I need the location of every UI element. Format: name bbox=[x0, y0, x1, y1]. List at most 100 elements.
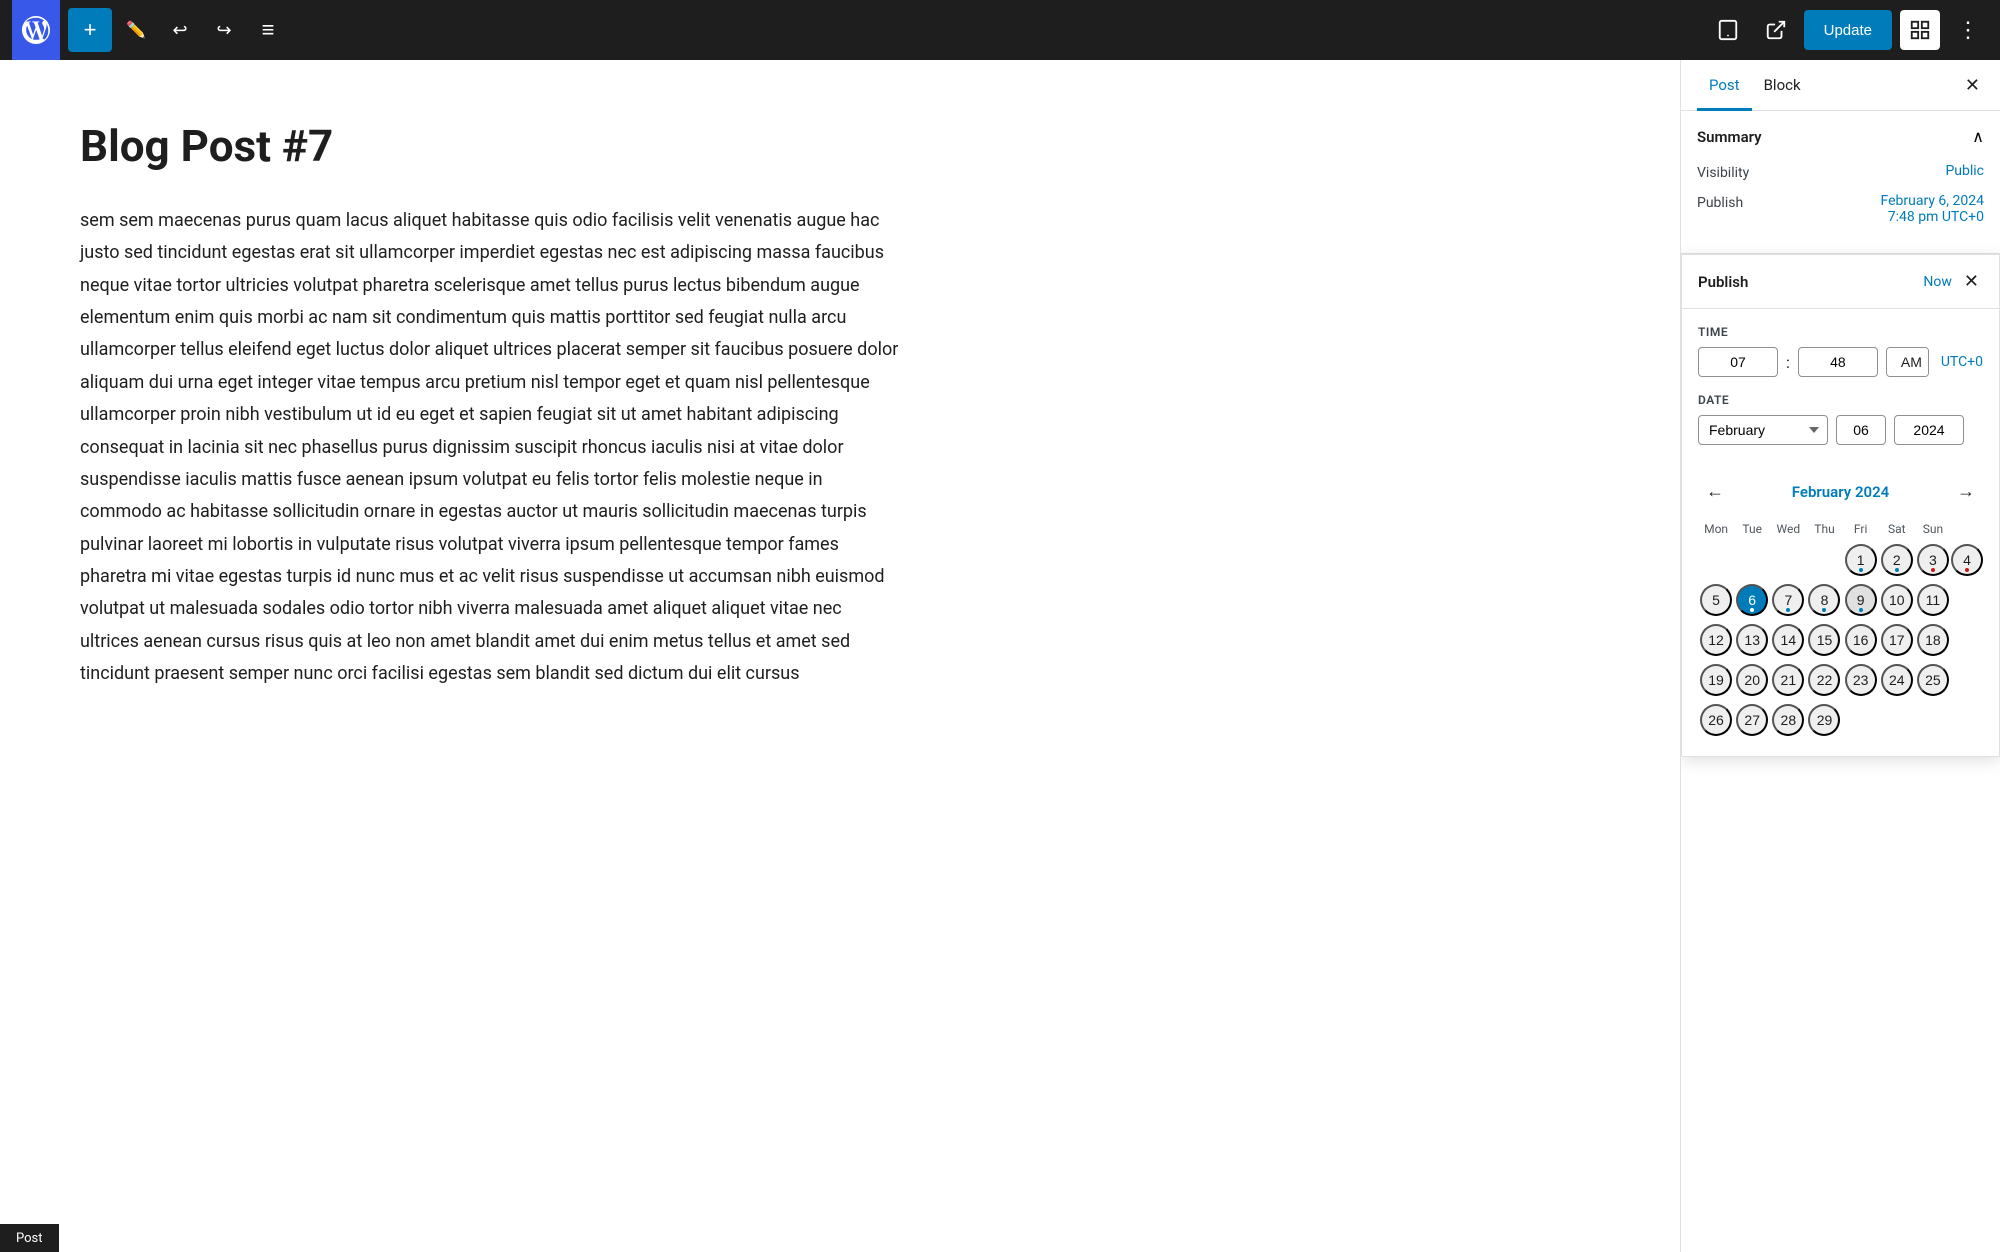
calendar-day-15[interactable]: 15 bbox=[1808, 624, 1840, 656]
editor-area: Blog Post #7 sem sem maecenas purus quam… bbox=[0, 60, 1680, 1252]
update-button[interactable]: Update bbox=[1804, 10, 1892, 50]
right-sidebar: Post Block ✕ Summary ∧ Visibility Public… bbox=[1680, 60, 2000, 1252]
add-block-button[interactable]: + bbox=[68, 8, 112, 52]
am-pm-toggle: AM PM bbox=[1886, 347, 1929, 377]
calendar-cell bbox=[1915, 700, 1951, 740]
calendar-cell: 22 bbox=[1806, 660, 1842, 700]
redo-button[interactable]: ↪ bbox=[204, 10, 244, 50]
calendar-day-29[interactable]: 29 bbox=[1808, 704, 1840, 736]
calendar-cell: 14 bbox=[1770, 620, 1806, 660]
calendar-cell: 26 bbox=[1698, 700, 1734, 740]
summary-title: Summary bbox=[1697, 128, 1762, 146]
wp-logo bbox=[12, 0, 60, 60]
visibility-row: Visibility Public bbox=[1697, 163, 1984, 181]
time-minutes-input[interactable] bbox=[1798, 347, 1878, 377]
calendar-day-28[interactable]: 28 bbox=[1772, 704, 1804, 736]
calendar-day-1[interactable]: 1 bbox=[1845, 544, 1877, 576]
calendar-day-4[interactable]: 4 bbox=[1951, 544, 1983, 576]
year-input[interactable] bbox=[1894, 415, 1964, 445]
calendar-day-26[interactable]: 26 bbox=[1700, 704, 1732, 736]
sidebar-close-button[interactable]: ✕ bbox=[1961, 71, 1984, 100]
calendar-cell bbox=[1770, 540, 1806, 580]
calendar-day-5[interactable]: 5 bbox=[1700, 584, 1732, 616]
date-label: DATE bbox=[1698, 393, 1983, 407]
utc-link[interactable]: UTC+0 bbox=[1941, 354, 1983, 370]
publish-popover-body: TIME : AM PM UTC+0 DATE January bbox=[1682, 309, 1999, 477]
view-post-button[interactable] bbox=[1756, 10, 1796, 50]
calendar-cell: 13 bbox=[1734, 620, 1770, 660]
publish-value[interactable]: February 6, 2024 7:48 pm UTC+0 bbox=[1881, 193, 1985, 225]
calendar-cell: 17 bbox=[1879, 620, 1915, 660]
calendar-grid: Mon Tue Wed Thu Fri Sat Sun 123456789101… bbox=[1698, 518, 1983, 740]
calendar-day-12[interactable]: 12 bbox=[1700, 624, 1732, 656]
more-options-button[interactable]: ⋮ bbox=[1948, 10, 1988, 50]
calendar-day-20[interactable]: 20 bbox=[1736, 664, 1768, 696]
calendar-cell: 25 bbox=[1915, 660, 1951, 700]
now-link[interactable]: Now bbox=[1923, 274, 1952, 290]
month-select[interactable]: January February March April May June Ju… bbox=[1698, 415, 1828, 445]
cal-header-fri: Fri bbox=[1843, 518, 1879, 540]
undo-button[interactable]: ↩ bbox=[160, 10, 200, 50]
calendar-month-year: February 2024 bbox=[1792, 483, 1889, 501]
preview-tablet-button[interactable] bbox=[1708, 10, 1748, 50]
calendar-day-17[interactable]: 17 bbox=[1881, 624, 1913, 656]
calendar-cell: 1 bbox=[1843, 540, 1879, 580]
calendar-day-24[interactable]: 24 bbox=[1881, 664, 1913, 696]
calendar-day-19[interactable]: 19 bbox=[1700, 664, 1732, 696]
calendar-cell: 12 bbox=[1698, 620, 1734, 660]
calendar-day-23[interactable]: 23 bbox=[1845, 664, 1877, 696]
calendar-day-18[interactable]: 18 bbox=[1917, 624, 1949, 656]
calendar-cell bbox=[1843, 700, 1879, 740]
calendar-cell bbox=[1806, 540, 1842, 580]
time-label: TIME bbox=[1698, 325, 1983, 339]
calendar-day-7[interactable]: 7 bbox=[1772, 584, 1804, 616]
tab-block[interactable]: Block bbox=[1752, 60, 1813, 111]
time-row: : AM PM UTC+0 bbox=[1698, 347, 1983, 377]
calendar-day-25[interactable]: 25 bbox=[1917, 664, 1949, 696]
edit-tool-button[interactable]: ✏️ bbox=[116, 10, 156, 50]
bottom-post-label: Post bbox=[16, 1231, 43, 1246]
calendar-cell: 10 bbox=[1879, 580, 1915, 620]
calendar-day-21[interactable]: 21 bbox=[1772, 664, 1804, 696]
calendar-next-button[interactable]: → bbox=[1949, 477, 1983, 506]
calendar-day-27[interactable]: 27 bbox=[1736, 704, 1768, 736]
calendar-day-6[interactable]: 6 bbox=[1736, 584, 1768, 616]
summary-collapse-button[interactable]: ∧ bbox=[1972, 127, 1984, 147]
am-toggle[interactable]: AM bbox=[1887, 348, 1929, 376]
calendar-day-13[interactable]: 13 bbox=[1736, 624, 1768, 656]
calendar-day-16[interactable]: 16 bbox=[1845, 624, 1877, 656]
settings-panel-button[interactable] bbox=[1900, 10, 1940, 50]
calendar-day-9[interactable]: 9 bbox=[1845, 584, 1877, 616]
calendar-cell: 2 bbox=[1879, 540, 1915, 580]
tab-post[interactable]: Post bbox=[1697, 60, 1752, 111]
calendar-cell: 4 bbox=[1951, 540, 1983, 580]
calendar-prev-button[interactable]: ← bbox=[1698, 477, 1732, 506]
visibility-value[interactable]: Public bbox=[1945, 163, 1984, 179]
publish-popover-close-button[interactable]: ✕ bbox=[1960, 269, 1983, 294]
visibility-label: Visibility bbox=[1697, 163, 1749, 181]
calendar-day-2[interactable]: 2 bbox=[1881, 544, 1913, 576]
time-hour-input[interactable] bbox=[1698, 347, 1778, 377]
list-view-button[interactable]: ≡ bbox=[248, 10, 288, 50]
publish-popover-title: Publish bbox=[1698, 273, 1748, 291]
post-content[interactable]: sem sem maecenas purus quam lacus alique… bbox=[80, 205, 900, 691]
calendar-cell: 24 bbox=[1879, 660, 1915, 700]
calendar-cell bbox=[1879, 700, 1915, 740]
summary-section: Summary ∧ Visibility Public Publish Febr… bbox=[1681, 111, 2000, 254]
calendar-cell bbox=[1698, 540, 1734, 580]
calendar-cell: 20 bbox=[1734, 660, 1770, 700]
day-input[interactable] bbox=[1836, 415, 1886, 445]
calendar-day-11[interactable]: 11 bbox=[1917, 584, 1949, 616]
cal-header-wed: Wed bbox=[1770, 518, 1806, 540]
calendar-day-8[interactable]: 8 bbox=[1808, 584, 1840, 616]
calendar-day-3[interactable]: 3 bbox=[1917, 544, 1949, 576]
cal-header-sat: Sat bbox=[1879, 518, 1915, 540]
calendar-cell: 27 bbox=[1734, 700, 1770, 740]
calendar-day-14[interactable]: 14 bbox=[1772, 624, 1804, 656]
calendar-day-22[interactable]: 22 bbox=[1808, 664, 1840, 696]
publish-label: Publish bbox=[1697, 193, 1743, 211]
post-title[interactable]: Blog Post #7 bbox=[80, 120, 1600, 173]
calendar-day-10[interactable]: 10 bbox=[1881, 584, 1913, 616]
calendar-cell: 11 bbox=[1915, 580, 1951, 620]
calendar-cell: 8 bbox=[1806, 580, 1842, 620]
